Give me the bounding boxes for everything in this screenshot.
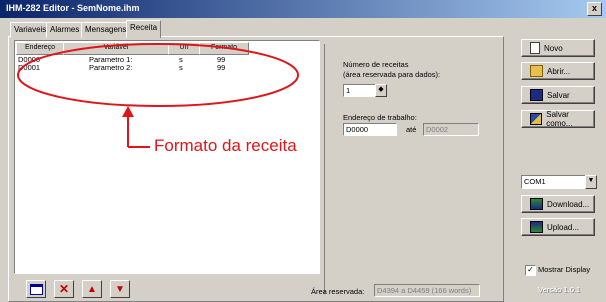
recipe-settings-panel	[324, 44, 495, 294]
recipe-count-label: Número de receitas	[343, 60, 409, 69]
work-address-end: D0002	[423, 123, 479, 136]
chevron-down-icon: ▼	[587, 177, 595, 184]
table-icon	[29, 283, 43, 295]
port-dropdown-button[interactable]: ▼	[585, 175, 597, 189]
annotation-text: Formato da receita	[154, 136, 297, 155]
highlight-ellipse	[17, 43, 299, 107]
recipe-count-input[interactable]: 1	[343, 84, 377, 97]
reserved-area-label: Área reservada:	[311, 287, 365, 296]
work-address-input[interactable]: D0000	[343, 123, 397, 136]
annotation-arrow-head	[122, 106, 134, 117]
download-button-label: Download...	[547, 199, 590, 209]
arrow-up-icon: ▲	[87, 283, 97, 295]
open-folder-icon	[530, 65, 543, 77]
delete-icon: ✕	[58, 282, 70, 296]
open-button[interactable]: Abrir...	[521, 62, 595, 80]
ate-label: até	[406, 125, 417, 134]
reserved-area-value: D4394 a D4459 (166 words)	[374, 284, 480, 297]
upload-button-label: Upload...	[547, 222, 580, 232]
move-up-button[interactable]: ▲	[82, 280, 102, 298]
save-button-label: Salvar	[547, 90, 570, 100]
download-icon	[530, 198, 543, 210]
delete-button[interactable]: ✕	[54, 280, 74, 298]
spinner-icon: ◆	[378, 86, 384, 93]
floppy-disk-icon	[530, 89, 543, 101]
download-button[interactable]: Download...	[521, 195, 595, 213]
new-button-label: Novo	[544, 43, 563, 53]
open-button-label: Abrir...	[547, 66, 571, 76]
move-down-button[interactable]: ▼	[110, 280, 130, 298]
save-as-button-label: Salvar como...	[546, 110, 573, 128]
save-button[interactable]: Salvar	[521, 86, 595, 104]
arrow-down-icon: ▼	[115, 283, 125, 295]
recipe-count-spinner[interactable]: ◆	[375, 84, 387, 97]
tab-receita[interactable]: Receita	[126, 20, 162, 38]
upload-button[interactable]: Upload...	[521, 218, 595, 236]
new-file-icon	[530, 42, 540, 54]
annotation-overlay	[17, 43, 299, 148]
work-address-label: Endereço de trabalho:	[343, 113, 417, 122]
show-display-label: Mostrar Display	[538, 265, 591, 274]
table-icon-button[interactable]	[26, 280, 46, 298]
version-label: Versão 1.0.1	[538, 285, 581, 294]
new-button[interactable]: Novo	[521, 39, 595, 57]
recipe-count-sublabel: (área reservada para dados):	[343, 70, 441, 79]
save-as-icon	[530, 113, 543, 125]
show-display-checkbox[interactable]: ✓	[525, 265, 536, 276]
port-select[interactable]: COM1	[521, 175, 587, 189]
upload-icon	[530, 221, 543, 233]
save-as-button[interactable]: Salvar como...	[521, 110, 595, 128]
